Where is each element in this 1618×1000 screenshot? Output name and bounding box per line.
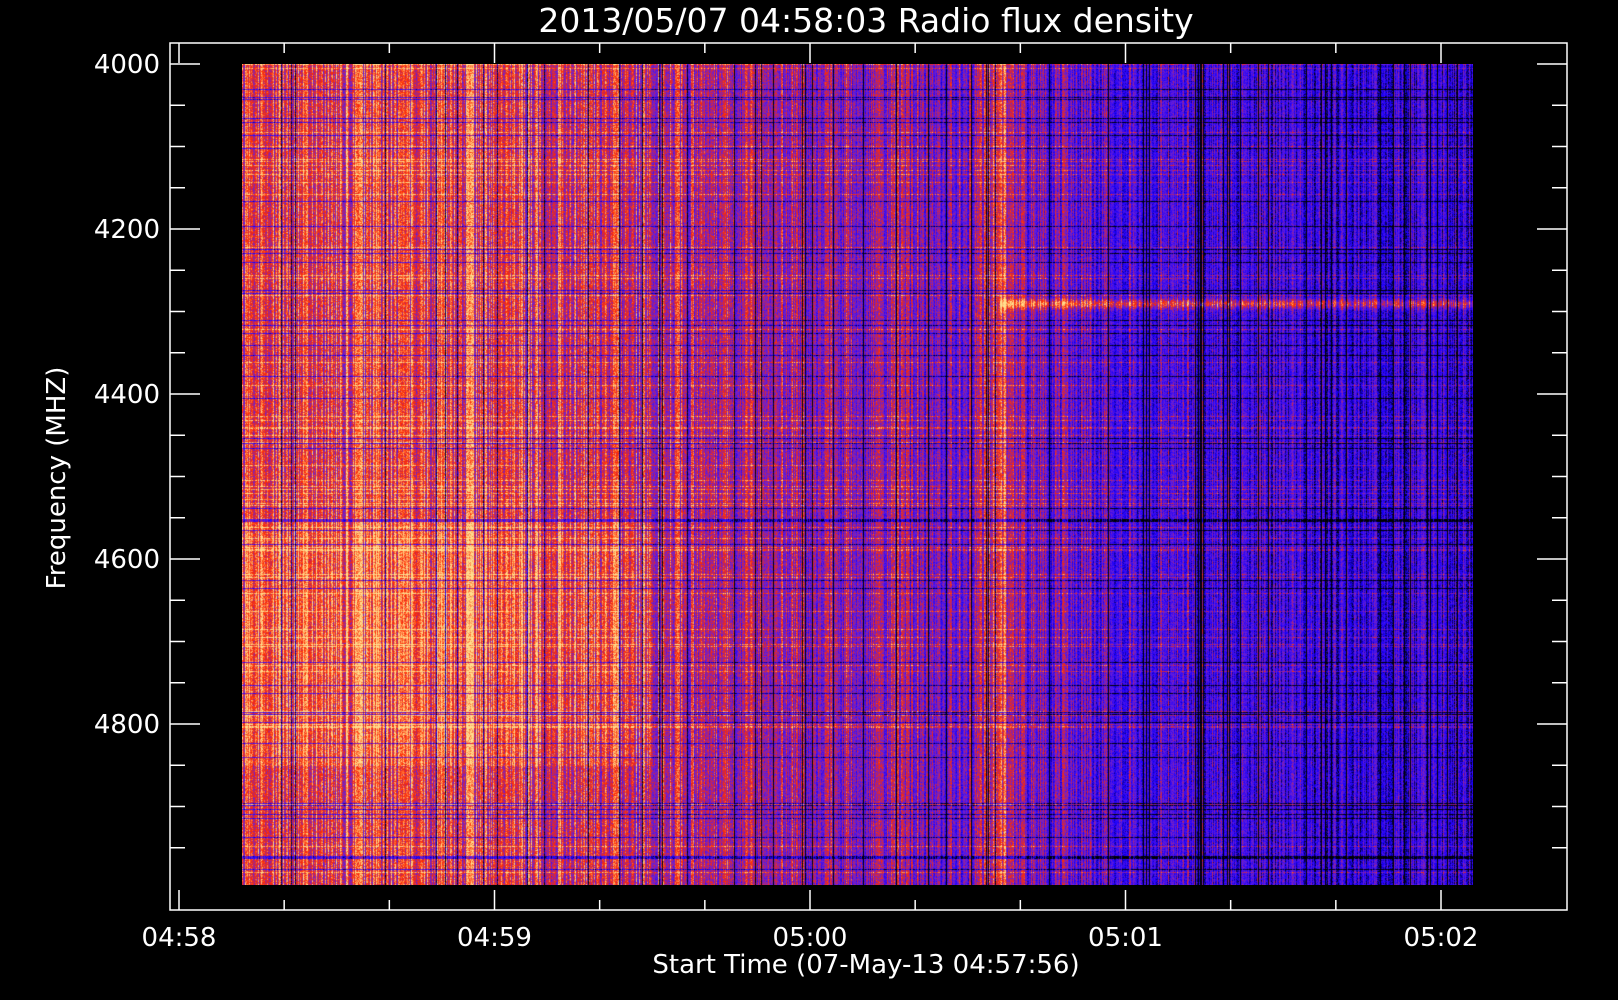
y-tick-label: 4000: [94, 50, 160, 80]
spectrogram-chart: 2013/05/07 04:58:03 Radio flux density 0…: [42, 1, 1568, 980]
x-tick-label: 05:02: [1404, 923, 1479, 953]
x-tick-label: 04:58: [142, 923, 217, 953]
heatmap-image-layer: [242, 64, 1473, 885]
y-tick-label: 4400: [94, 380, 160, 410]
y-axis-label: Frequency (MHZ): [42, 367, 72, 590]
chart-title: 2013/05/07 04:58:03 Radio flux density: [538, 1, 1193, 40]
spectrogram-heatmap: [242, 64, 1473, 885]
y-tick-label: 4200: [94, 215, 160, 245]
y-tick-label: 4800: [94, 710, 160, 740]
x-tick-label: 05:01: [1088, 923, 1163, 953]
y-tick-label: 4600: [94, 545, 160, 575]
x-axis-label: Start Time (07-May-13 04:57:56): [652, 950, 1079, 980]
x-tick-label: 05:00: [773, 923, 848, 953]
x-tick-label: 04:59: [457, 923, 532, 953]
